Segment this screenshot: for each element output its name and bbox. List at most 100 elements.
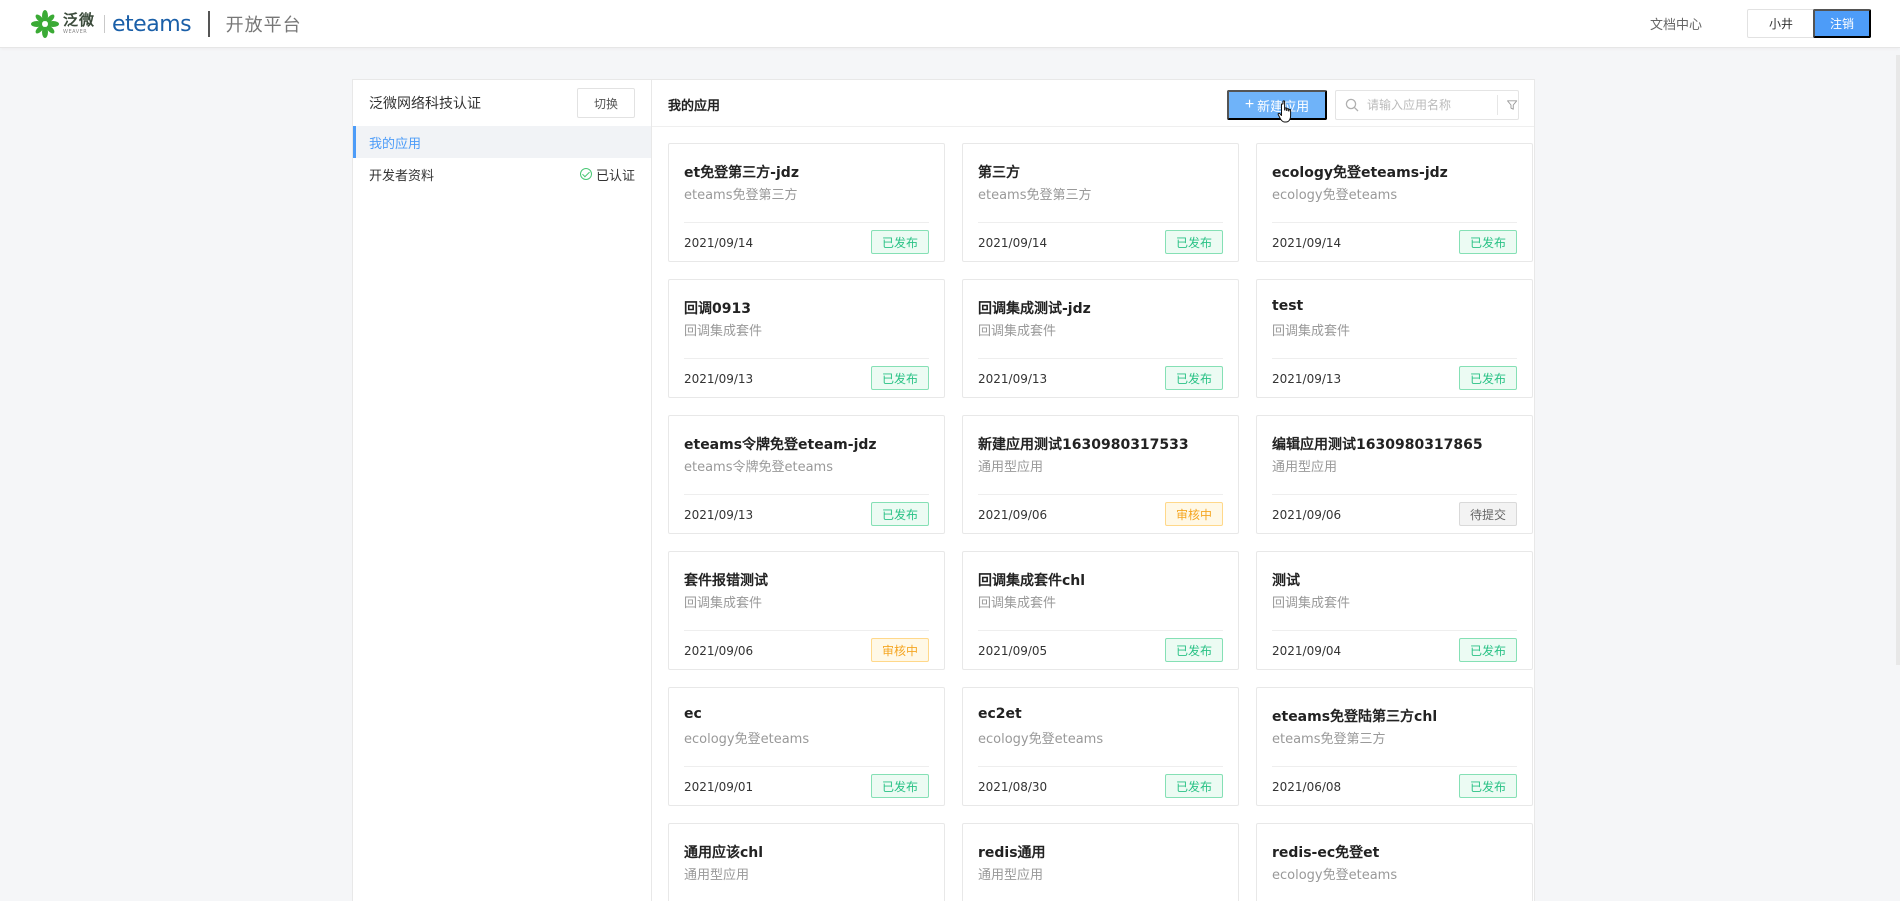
app-card[interactable]: 第三方 eteams免登第三方 2021/09/14 已发布 xyxy=(962,143,1239,262)
app-type: 回调集成套件 xyxy=(978,324,1057,339)
logout-button[interactable]: 注销 xyxy=(1813,9,1871,38)
card-divider xyxy=(684,358,929,359)
app-type: 通用型应用 xyxy=(684,868,750,883)
app-card[interactable]: ec ecology免登eteams 2021/09/01 已发布 xyxy=(668,687,945,806)
verified-label: 已认证 xyxy=(595,168,635,184)
card-divider xyxy=(1272,222,1517,223)
card-divider xyxy=(1272,766,1517,767)
app-name: 回调0913 xyxy=(684,301,751,317)
user-button[interactable]: 小井 xyxy=(1747,9,1815,38)
app-card[interactable]: eteams令牌免登eteam-jdz eteams令牌免登eteams 2021/… xyxy=(668,415,945,534)
sidebar-item-label: 我的应用 xyxy=(369,136,422,152)
app-card[interactable]: 回调0913 回调集成套件 2021/09/13 已发布 xyxy=(668,279,945,398)
app-card[interactable]: 回调集成测试-jdz 回调集成套件 2021/09/13 已发布 xyxy=(962,279,1239,398)
brand-en: WEAVER xyxy=(63,29,88,35)
app-type: ecology免登eteams xyxy=(978,732,1104,747)
app-name: 套件报错测试 xyxy=(684,573,768,589)
app-card[interactable]: redis-ec免登et ecology免登eteams xyxy=(1256,823,1533,901)
app-date: 2021/09/13 xyxy=(684,372,754,386)
app-card[interactable]: 通用应该chl 通用型应用 xyxy=(668,823,945,901)
app-type: ecology免登eteams xyxy=(1272,868,1398,883)
app-name: 回调集成测试-jdz xyxy=(978,301,1091,317)
app-type: 回调集成套件 xyxy=(684,324,763,339)
product-name: eteams xyxy=(112,11,192,37)
status-badge: 已发布 xyxy=(870,230,929,254)
app-date: 2021/09/01 xyxy=(684,780,754,794)
card-divider xyxy=(684,222,929,223)
check-circle-icon xyxy=(579,168,592,180)
app-type: 回调集成套件 xyxy=(1272,596,1351,611)
app-date: 2021/09/04 xyxy=(1272,644,1342,658)
app-date: 2021/09/13 xyxy=(684,508,754,522)
status-badge: 已发布 xyxy=(1458,774,1517,798)
app-name: 测试 xyxy=(1272,573,1300,589)
status-badge: 已发布 xyxy=(1164,774,1223,798)
doc-center-link[interactable]: 文档中心 xyxy=(1650,14,1702,33)
app-name: redis-ec免登et xyxy=(1272,845,1380,861)
app-type: 回调集成套件 xyxy=(1272,324,1351,339)
card-divider xyxy=(978,766,1223,767)
app-date: 2021/09/14 xyxy=(978,236,1048,250)
card-divider xyxy=(1272,358,1517,359)
main-header: 我的应用 + 新建应用 xyxy=(652,80,1534,127)
status-badge: 已发布 xyxy=(870,502,929,526)
status-badge: 已发布 xyxy=(1164,230,1223,254)
main-panel: 我的应用 + 新建应用 et免登第三方-jdz eteams免登第三方 2021/0… xyxy=(651,79,1535,901)
app-card[interactable]: et免登第三方-jdz eteams免登第三方 2021/09/14 已发布 xyxy=(668,143,945,262)
card-divider xyxy=(684,766,929,767)
app-card[interactable]: ecology免登eteams-jdz ecology免登eteams 2021/0… xyxy=(1256,143,1533,262)
app-name: 回调集成套件chl xyxy=(978,573,1086,589)
page-scrollbar-edge[interactable] xyxy=(1896,55,1900,665)
app-name: ecology免登eteams-jdz xyxy=(1272,165,1448,181)
sidebar: 泛微网络科技认证 切换 我的应用 开发者资料 已认证 xyxy=(352,79,652,901)
top-bar: 泛微 WEAVER eteams 开放平台 文档中心 小井 注销 xyxy=(0,0,1900,48)
app-type: eteams令牌免登eteams xyxy=(684,460,833,475)
switch-org-button[interactable]: 切换 xyxy=(577,88,635,118)
filter-icon[interactable] xyxy=(1506,97,1518,113)
status-badge: 已发布 xyxy=(1164,638,1223,662)
card-divider xyxy=(1272,630,1517,631)
app-card[interactable]: ec2et ecology免登eteams 2021/08/30 已发布 xyxy=(962,687,1239,806)
app-type: 通用型应用 xyxy=(1272,460,1338,475)
app-date: 2021/09/06 xyxy=(684,644,754,658)
app-card[interactable]: 套件报错测试 回调集成套件 2021/09/06 审核中 xyxy=(668,551,945,670)
app-card-grid: et免登第三方-jdz eteams免登第三方 2021/09/14 已发布 第三方 et… xyxy=(668,143,1534,901)
sidebar-item-my-apps[interactable]: 我的应用 xyxy=(353,126,651,158)
app-card[interactable]: test 回调集成套件 2021/09/13 已发布 xyxy=(1256,279,1533,398)
app-date: 2021/09/13 xyxy=(978,372,1048,386)
app-name: ec xyxy=(684,706,702,722)
app-type: eteams免登第三方 xyxy=(1272,732,1386,747)
app-type: eteams免登第三方 xyxy=(978,188,1092,203)
sidebar-header: 泛微网络科技认证 切换 xyxy=(353,80,651,126)
logo-brand: 泛微 WEAVER xyxy=(63,13,95,35)
status-badge: 审核中 xyxy=(1164,502,1223,526)
card-divider xyxy=(1272,494,1517,495)
app-date: 2021/09/14 xyxy=(1272,236,1342,250)
status-badge: 已发布 xyxy=(1458,366,1517,390)
app-card[interactable]: 编辑应用测试1630980317865 通用型应用 2021/09/06 待提交 xyxy=(1256,415,1533,534)
card-divider xyxy=(978,630,1223,631)
status-badge: 已发布 xyxy=(1458,638,1517,662)
card-divider xyxy=(684,630,929,631)
hand-cursor-icon xyxy=(1277,100,1292,123)
status-badge: 待提交 xyxy=(1458,502,1517,526)
app-card[interactable]: redis通用 通用型应用 xyxy=(962,823,1239,901)
app-card[interactable]: 新建应用测试1630980317533 通用型应用 2021/09/06 审核中 xyxy=(962,415,1239,534)
app-name: 新建应用测试1630980317533 xyxy=(978,437,1189,453)
sidebar-item-developer-profile[interactable]: 开发者资料 已认证 xyxy=(353,158,651,190)
app-card[interactable]: 回调集成套件chl 回调集成套件 2021/09/05 已发布 xyxy=(962,551,1239,670)
app-name: eteams令牌免登eteam-jdz xyxy=(684,437,877,453)
app-date: 2021/09/05 xyxy=(978,644,1048,658)
app-date: 2021/09/14 xyxy=(684,236,754,250)
plus-icon: + xyxy=(1244,96,1255,113)
logo[interactable]: 泛微 WEAVER eteams 开放平台 xyxy=(30,6,302,42)
page-title: 我的应用 xyxy=(668,99,721,114)
app-name: redis通用 xyxy=(978,845,1046,861)
status-badge: 已发布 xyxy=(870,774,929,798)
app-type: eteams免登第三方 xyxy=(684,188,798,203)
app-card[interactable]: 测试回调集成套件 2021/09/04 已发布 xyxy=(1256,551,1533,670)
search-input[interactable] xyxy=(1367,98,1495,112)
app-type: 回调集成套件 xyxy=(684,596,763,611)
app-card[interactable]: eteams免登陆第三方chl eteams免登第三方 2021/06/08 已发布 xyxy=(1256,687,1533,806)
app-type: ecology免登eteams xyxy=(684,732,810,747)
